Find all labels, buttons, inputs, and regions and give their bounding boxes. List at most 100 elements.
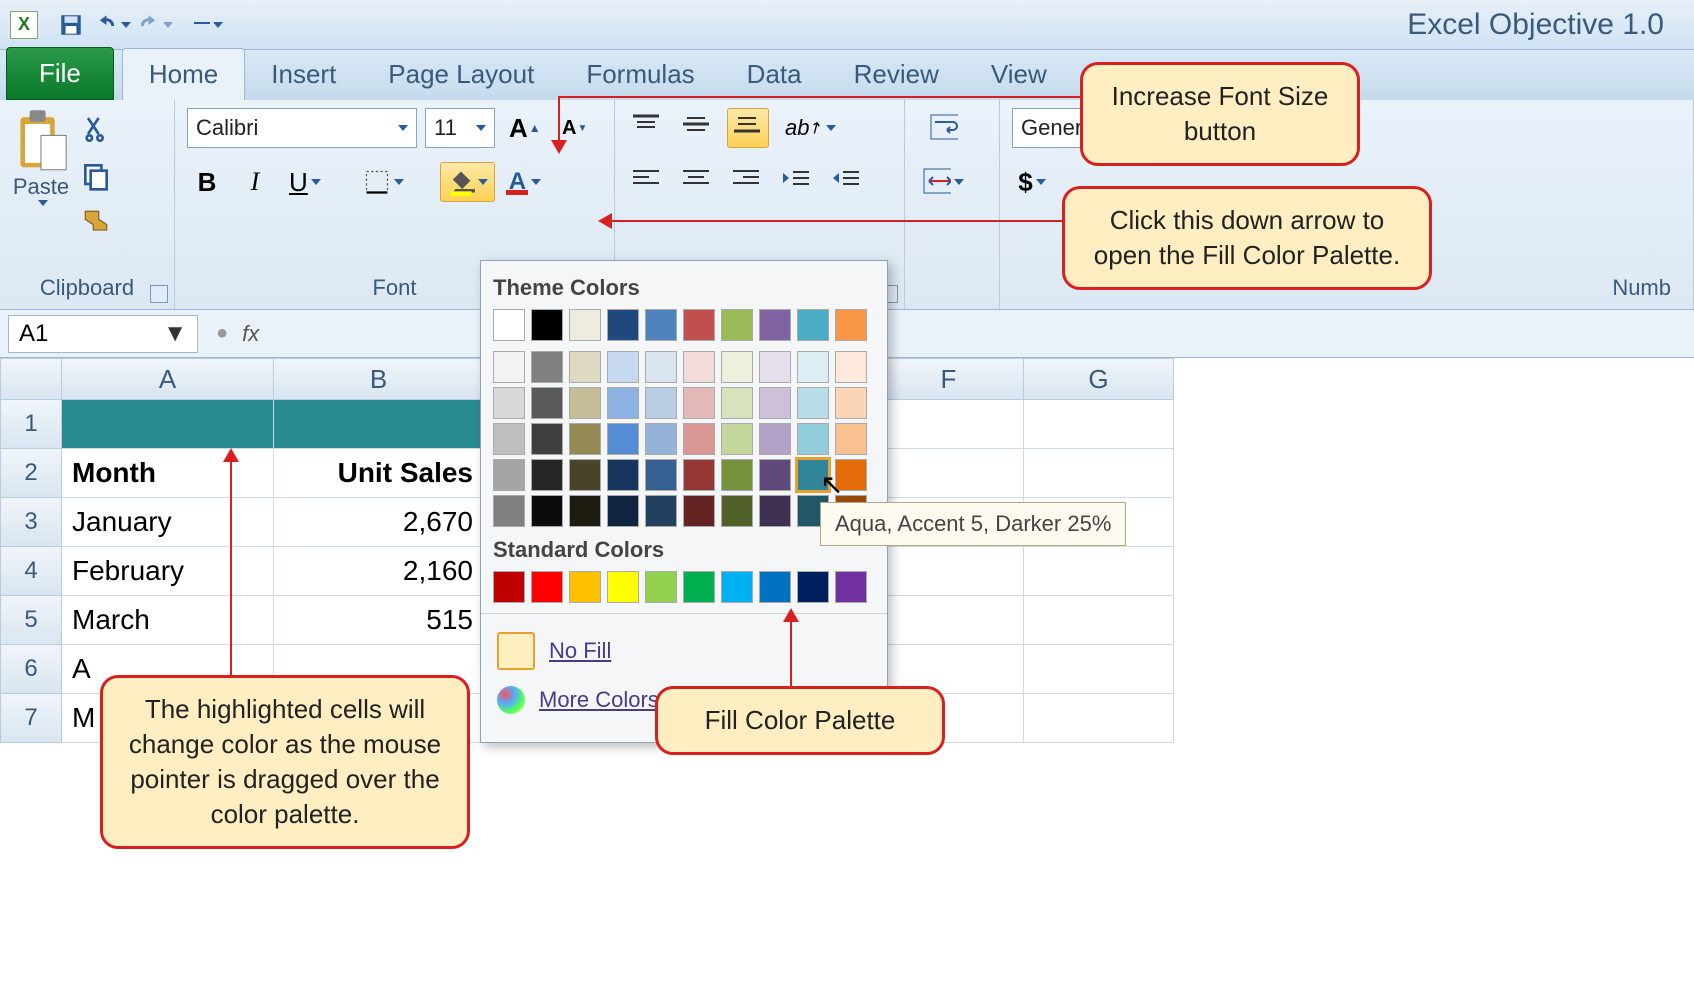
clipboard-launcher[interactable] bbox=[150, 285, 168, 303]
color-swatch[interactable] bbox=[645, 351, 677, 383]
color-swatch[interactable] bbox=[683, 387, 715, 419]
underline-button[interactable]: U bbox=[283, 162, 327, 202]
paste-dropdown[interactable] bbox=[38, 200, 48, 206]
cell[interactable] bbox=[1024, 645, 1174, 694]
align-right[interactable] bbox=[727, 162, 767, 202]
color-swatch[interactable] bbox=[569, 387, 601, 419]
bold-button[interactable]: B bbox=[187, 162, 227, 202]
orientation-button[interactable]: ab↗ bbox=[779, 108, 842, 148]
color-swatch[interactable] bbox=[683, 309, 715, 341]
color-swatch[interactable] bbox=[493, 423, 525, 455]
cell[interactable] bbox=[1024, 449, 1174, 498]
cell[interactable]: Month bbox=[62, 449, 274, 498]
qat-save[interactable] bbox=[53, 7, 89, 43]
color-swatch[interactable] bbox=[531, 351, 563, 383]
color-swatch[interactable] bbox=[797, 351, 829, 383]
row-header[interactable]: 4 bbox=[0, 547, 62, 596]
color-swatch[interactable] bbox=[569, 571, 601, 603]
color-swatch[interactable] bbox=[797, 459, 829, 491]
color-swatch[interactable] bbox=[531, 423, 563, 455]
decrease-indent[interactable] bbox=[777, 162, 817, 202]
color-swatch[interactable] bbox=[531, 387, 563, 419]
cell[interactable] bbox=[62, 400, 274, 449]
align-top[interactable] bbox=[627, 108, 667, 148]
color-swatch[interactable] bbox=[721, 423, 753, 455]
tab-insert[interactable]: Insert bbox=[245, 49, 362, 100]
font-name-combo[interactable]: Calibri bbox=[187, 108, 417, 148]
color-swatch[interactable] bbox=[607, 495, 639, 527]
color-swatch[interactable] bbox=[721, 351, 753, 383]
color-swatch[interactable] bbox=[569, 459, 601, 491]
tab-data[interactable]: Data bbox=[721, 49, 828, 100]
cell[interactable] bbox=[1024, 547, 1174, 596]
color-swatch[interactable] bbox=[607, 459, 639, 491]
color-swatch[interactable] bbox=[607, 351, 639, 383]
color-swatch[interactable] bbox=[759, 571, 791, 603]
cell[interactable] bbox=[1024, 400, 1174, 449]
color-swatch[interactable] bbox=[531, 495, 563, 527]
cut-icon[interactable] bbox=[80, 114, 112, 146]
row-header[interactable]: 1 bbox=[0, 400, 62, 449]
cell[interactable]: 2,670 bbox=[274, 498, 484, 547]
col-header-f[interactable]: F bbox=[874, 358, 1024, 400]
fill-color-dropdown[interactable] bbox=[478, 179, 488, 185]
color-swatch[interactable] bbox=[797, 423, 829, 455]
cell[interactable] bbox=[274, 400, 484, 449]
color-swatch[interactable] bbox=[759, 459, 791, 491]
color-swatch[interactable] bbox=[531, 309, 563, 341]
cell[interactable] bbox=[874, 400, 1024, 449]
color-swatch[interactable] bbox=[493, 309, 525, 341]
cell[interactable]: 2,160 bbox=[274, 547, 484, 596]
paste-label[interactable]: Paste bbox=[13, 174, 69, 200]
row-header[interactable]: 3 bbox=[0, 498, 62, 547]
color-swatch[interactable] bbox=[759, 387, 791, 419]
qat-customize[interactable] bbox=[190, 7, 226, 43]
align-center[interactable] bbox=[677, 162, 717, 202]
color-swatch[interactable] bbox=[531, 571, 563, 603]
align-middle[interactable] bbox=[677, 108, 717, 148]
color-swatch[interactable] bbox=[683, 571, 715, 603]
fx-label[interactable]: fx bbox=[242, 321, 259, 347]
increase-font-button[interactable]: A▲ bbox=[503, 108, 547, 148]
select-all-corner[interactable] bbox=[0, 358, 62, 400]
cell[interactable] bbox=[874, 547, 1024, 596]
row-header[interactable]: 2 bbox=[0, 449, 62, 498]
fill-color-button[interactable] bbox=[440, 162, 495, 202]
color-swatch[interactable] bbox=[835, 459, 867, 491]
align-bottom[interactable] bbox=[727, 108, 769, 148]
align-left[interactable] bbox=[627, 162, 667, 202]
color-swatch[interactable] bbox=[607, 309, 639, 341]
color-swatch[interactable] bbox=[645, 495, 677, 527]
color-swatch[interactable] bbox=[835, 387, 867, 419]
color-swatch[interactable] bbox=[683, 423, 715, 455]
italic-button[interactable]: I bbox=[235, 162, 275, 202]
cell[interactable] bbox=[874, 449, 1024, 498]
color-swatch[interactable] bbox=[797, 309, 829, 341]
color-swatch[interactable] bbox=[721, 459, 753, 491]
cell[interactable]: February bbox=[62, 547, 274, 596]
cell[interactable] bbox=[1024, 694, 1174, 743]
color-swatch[interactable] bbox=[835, 571, 867, 603]
cell[interactable]: 515 bbox=[274, 596, 484, 645]
color-swatch[interactable] bbox=[493, 571, 525, 603]
qat-redo[interactable] bbox=[137, 7, 173, 43]
cell[interactable] bbox=[1024, 596, 1174, 645]
color-swatch[interactable] bbox=[493, 495, 525, 527]
col-header-g[interactable]: G bbox=[1024, 358, 1174, 400]
wrap-text-button[interactable] bbox=[917, 108, 970, 148]
currency-button[interactable]: $ bbox=[1012, 162, 1052, 202]
color-swatch[interactable] bbox=[797, 387, 829, 419]
color-swatch[interactable] bbox=[645, 423, 677, 455]
color-swatch[interactable] bbox=[569, 309, 601, 341]
increase-indent[interactable] bbox=[827, 162, 867, 202]
cell[interactable]: March bbox=[62, 596, 274, 645]
font-color-button[interactable]: A bbox=[503, 162, 547, 202]
color-swatch[interactable] bbox=[683, 459, 715, 491]
color-swatch[interactable] bbox=[645, 387, 677, 419]
color-swatch[interactable] bbox=[607, 387, 639, 419]
color-swatch[interactable] bbox=[721, 387, 753, 419]
color-swatch[interactable] bbox=[645, 309, 677, 341]
color-swatch[interactable] bbox=[797, 571, 829, 603]
color-swatch[interactable] bbox=[569, 423, 601, 455]
color-swatch[interactable] bbox=[759, 495, 791, 527]
